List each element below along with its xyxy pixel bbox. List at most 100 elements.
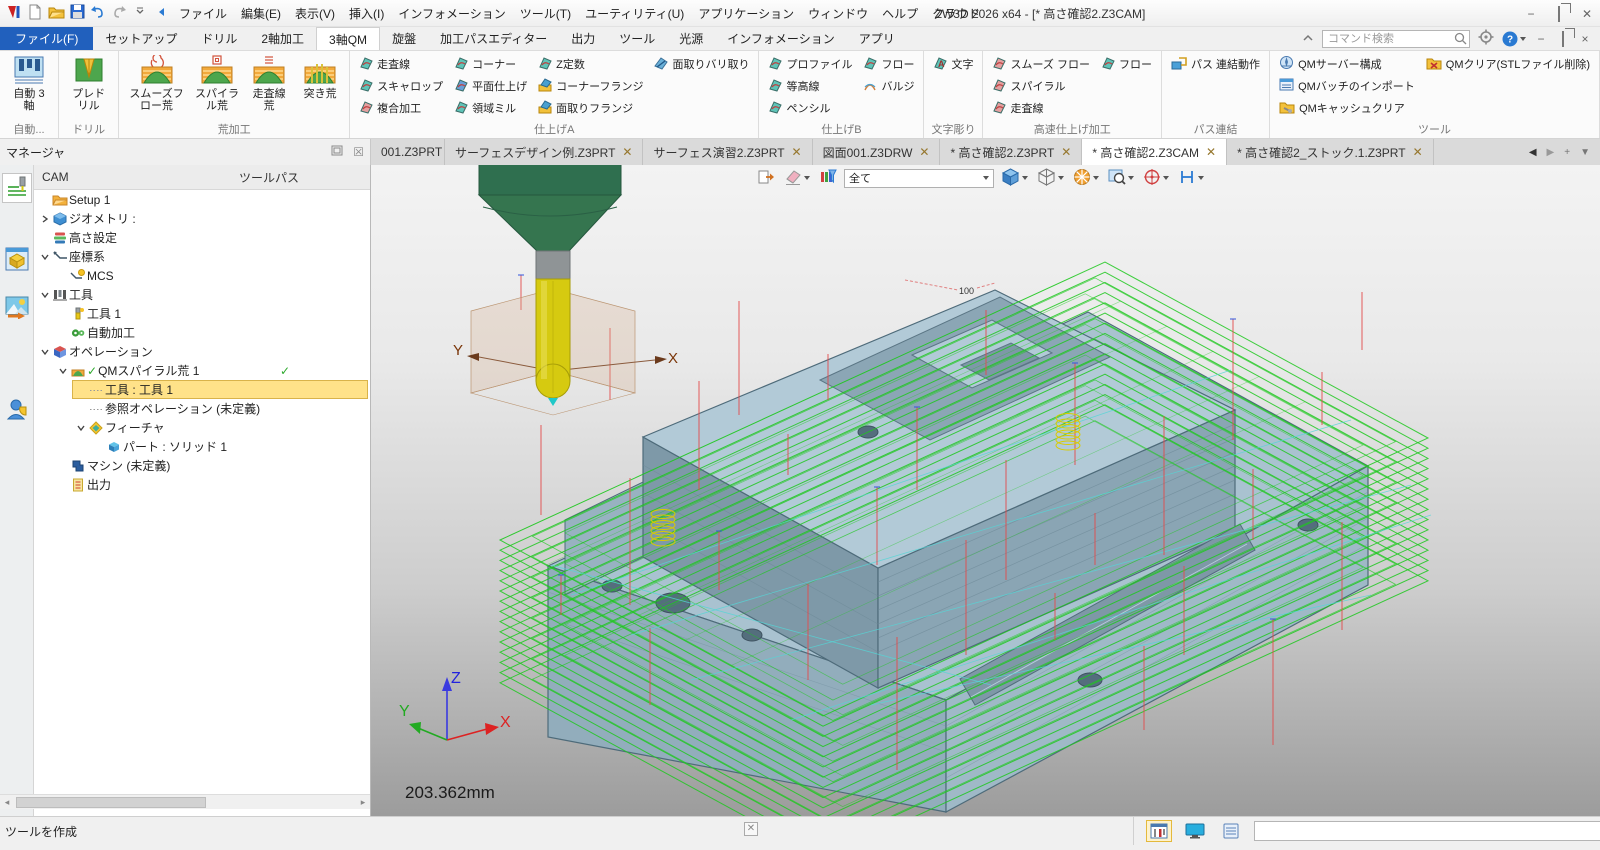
chevron-down-icon[interactable] <box>38 347 51 357</box>
wireframe-cube-button[interactable] <box>1035 167 1066 190</box>
ribbon-tab-3軸QM[interactable]: 3軸QM <box>316 27 381 50</box>
tree-item-フィーチャ[interactable]: フィーチャ <box>34 418 370 437</box>
tree-item-オペレーション[interactable]: オペレーション <box>34 342 370 361</box>
scroll-left-icon[interactable]: ◂ <box>0 797 14 808</box>
ribbon-tab-ドリル[interactable]: ドリル <box>189 27 249 50</box>
new-file-button[interactable] <box>25 3 45 23</box>
manager-close-icon[interactable]: ☒ <box>353 145 364 159</box>
side-tab-cam-manager[interactable] <box>1 173 32 203</box>
menu-3[interactable]: 表示(V) <box>288 0 342 26</box>
side-tab-solid-manager[interactable] <box>2 245 32 275</box>
doc-tab-* 高さ確認2.Z3PRT[interactable]: * 高さ確認2.Z3PRT ✕ <box>940 139 1083 165</box>
window-close-button[interactable]: ✕ <box>1580 7 1594 21</box>
status-input-field[interactable] <box>1254 821 1600 841</box>
display-filter-select[interactable]: 全て <box>844 168 994 188</box>
tool-settings-icon[interactable] <box>1146 820 1172 842</box>
document-icon[interactable] <box>1218 820 1244 842</box>
プレドリル-button[interactable]: プレドリル <box>64 53 113 112</box>
コーナー-button[interactable]: コーナー <box>450 53 531 75</box>
バルジ-button[interactable]: バルジ <box>859 75 918 97</box>
ribbon-tab-加工パスエディター[interactable]: 加工パスエディター <box>428 27 559 50</box>
ribbon-tab-インフォメーション[interactable]: インフォメーション <box>715 27 846 50</box>
shaded-cube-button[interactable] <box>999 167 1030 190</box>
ribbon-tab-ツール[interactable]: ツール <box>607 27 667 50</box>
window-minimize-button[interactable]: − <box>1524 7 1538 21</box>
tab-close-icon[interactable]: ✕ <box>1413 145 1423 159</box>
等高線-button[interactable]: 等高線 <box>764 75 856 97</box>
file-menu-button[interactable]: ファイル(F) <box>0 27 94 50</box>
パス 連結動作-button[interactable]: パス 連結動作 <box>1167 53 1264 75</box>
平面仕上げ-button[interactable]: 平面仕上げ <box>450 75 531 97</box>
面取りバリ取り-button[interactable]: 面取りバリ取り <box>650 53 753 75</box>
tree-item-QMスパイラル荒 1[interactable]: ✓ QMスパイラル荒 1 ✓ <box>34 361 370 380</box>
zw3d-logo-button[interactable] <box>4 3 24 23</box>
dropdown-caret-icon[interactable] <box>1093 176 1099 180</box>
rotate-target-button[interactable] <box>1141 167 1171 190</box>
文字-button[interactable]: A 文字 <box>929 53 977 75</box>
dropdown-caret-icon[interactable] <box>1128 176 1134 180</box>
menu-4[interactable]: 挿入(I) <box>342 0 391 26</box>
chevron-down-icon[interactable] <box>74 423 87 433</box>
status-close-icon[interactable]: ✕ <box>744 822 758 836</box>
tree-item-工具 1[interactable]: 工具 1 <box>34 304 370 323</box>
tree-item-参照オペレーション (未定義)[interactable]: 参照オペレーション (未定義) <box>34 399 370 418</box>
doc-tab-図面001.Z3DRW[interactable]: 図面001.Z3DRW ✕ <box>813 139 941 165</box>
tree-item-パート : ソリッド 1[interactable]: パート : ソリッド 1 <box>34 437 370 456</box>
collapse-left-button[interactable] <box>151 3 171 23</box>
ribbon-tab-2軸加工[interactable]: 2軸加工 <box>249 27 316 50</box>
menu-8[interactable]: アプリケーション <box>691 0 801 26</box>
monitor-icon[interactable] <box>1182 820 1208 842</box>
undo-button[interactable] <box>88 3 108 23</box>
save-file-button[interactable] <box>67 3 87 23</box>
doc-tab-001.Z3PRT[interactable]: 001.Z3PRT✕ <box>371 139 445 165</box>
tree-item-高さ設定[interactable]: 高さ設定 <box>34 228 370 247</box>
Z定数-button[interactable]: Z定数 <box>534 53 647 75</box>
tab-close-icon[interactable]: ✕ <box>1206 145 1216 159</box>
viewport-3d[interactable]: 100 X Y Z X Y 全て 203.362mm <box>371 165 1600 816</box>
constraint-button[interactable] <box>1176 167 1206 190</box>
tree-item-座標系[interactable]: 座標系 <box>34 247 370 266</box>
manager-float-icon[interactable] <box>331 145 343 159</box>
dropdown-caret-icon[interactable] <box>1022 176 1028 180</box>
menu-2[interactable]: 編集(E) <box>234 0 288 26</box>
ribbon-tab-セットアップ[interactable]: セットアップ <box>93 27 189 50</box>
redo-button[interactable] <box>109 3 129 23</box>
突き荒-button[interactable]: 突き荒 <box>296 53 344 100</box>
doc-close-button[interactable]: × <box>1578 32 1592 46</box>
dropdown-caret-icon[interactable] <box>983 176 989 180</box>
menu-5[interactable]: インフォメーション <box>391 0 512 26</box>
QMサーバー構成-button[interactable]: QMサーバー構成 <box>1275 53 1419 75</box>
settings-gear-icon[interactable] <box>1478 29 1494 48</box>
自動 3軸-button[interactable]: 自動 3軸 <box>5 53 53 112</box>
走査線荒-button[interactable]: 走査線荒 <box>245 53 293 112</box>
chevron-down-icon[interactable] <box>38 290 51 300</box>
tab-add-icon[interactable]: + <box>1564 147 1570 158</box>
ribbon-tab-アプリ[interactable]: アプリ <box>847 27 907 50</box>
view-wheel-button[interactable] <box>1071 167 1101 190</box>
tab-close-icon[interactable]: ✕ <box>919 145 929 159</box>
フロー-button[interactable]: フロー <box>1097 53 1156 75</box>
tree-item-ジオメトリ :[interactable]: ジオメトリ : <box>34 209 370 228</box>
ribbon-tab-光源[interactable]: 光源 <box>667 27 715 50</box>
window-restore-button[interactable] <box>1552 5 1566 22</box>
manager-horizontal-scrollbar[interactable]: ◂ ▸ <box>0 794 370 809</box>
dropdown-caret-icon[interactable] <box>1198 176 1204 180</box>
コーナーフランジ-button[interactable]: コーナーフランジ <box>534 75 647 97</box>
chevron-down-icon[interactable] <box>56 366 69 376</box>
tab-list-icon[interactable]: ▼ <box>1580 147 1590 158</box>
tab-prev-icon[interactable]: ◀ <box>1529 147 1537 158</box>
走査線-button[interactable]: 走査線 <box>988 97 1094 119</box>
doc-tab-* 高さ確認2.Z3CAM[interactable]: * 高さ確認2.Z3CAM ✕ <box>1082 139 1228 165</box>
side-tab-visualize-manager[interactable] <box>2 293 32 323</box>
ribbon-tab-出力[interactable]: 出力 <box>559 27 607 50</box>
フロー-button[interactable]: フロー <box>859 53 918 75</box>
menu-1[interactable]: ファイル <box>172 0 234 26</box>
menu-6[interactable]: ツール(T) <box>513 0 578 26</box>
scrollbar-thumb[interactable] <box>16 797 206 808</box>
ribbon-collapse-icon[interactable] <box>1302 32 1314 46</box>
tree-item-MCS[interactable]: MCS <box>34 266 370 285</box>
領域ミル-button[interactable]: 領域ミル <box>450 97 531 119</box>
スパイラル-button[interactable]: スパイラル <box>988 75 1094 97</box>
doc-restore-button[interactable] <box>1556 30 1570 47</box>
複合加工-button[interactable]: 複合加工 <box>355 97 447 119</box>
